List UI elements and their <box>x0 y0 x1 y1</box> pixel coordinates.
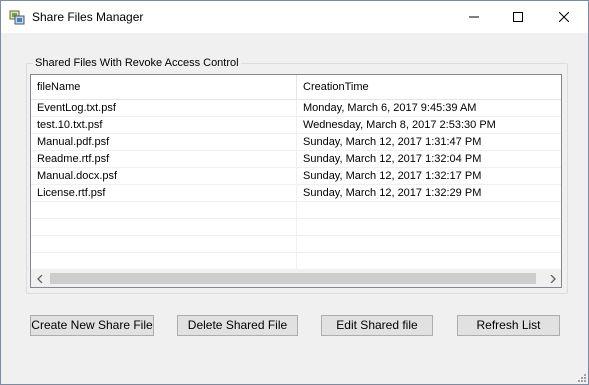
horizontal-scrollbar[interactable] <box>31 270 561 287</box>
scroll-left-button[interactable] <box>31 270 48 287</box>
resize-grip-icon <box>578 374 586 382</box>
scroll-right-button[interactable] <box>544 270 561 287</box>
column-header-filename[interactable]: fileName <box>31 75 296 99</box>
cell-filename: Manual.pdf.psf <box>37 136 110 148</box>
cell-filename: test.10.txt.psf <box>37 119 103 131</box>
scroll-track[interactable] <box>48 270 544 287</box>
minimize-icon <box>469 16 479 18</box>
column-header-creation-time[interactable]: CreationTime <box>297 75 561 99</box>
main-window: Share Files Manager Shared Files With Re… <box>0 0 589 385</box>
cell-creation-time: Sunday, March 12, 2017 1:32:29 PM <box>303 187 482 199</box>
cell-creation-time: Sunday, March 12, 2017 1:31:47 PM <box>303 136 482 148</box>
cell-creation-time: Wednesday, March 8, 2017 2:53:30 PM <box>303 119 496 131</box>
refresh-list-button[interactable]: Refresh List <box>457 315 560 336</box>
list-header: fileName CreationTime <box>31 75 561 100</box>
close-icon <box>559 12 569 22</box>
cell-filename: EventLog.txt.psf <box>37 102 116 114</box>
chevron-right-icon <box>550 274 556 283</box>
cell-filename: Readme.rtf.psf <box>37 153 110 165</box>
create-new-share-file-button[interactable]: Create New Share File <box>30 315 154 336</box>
groupbox-label: Shared Files With Revoke Access Control <box>33 57 241 69</box>
share-files-app-icon <box>9 9 25 25</box>
cell-creation-time: Sunday, March 12, 2017 1:32:17 PM <box>303 170 482 182</box>
edit-shared-file-button[interactable]: Edit Shared file <box>321 315 433 336</box>
cell-filename: Manual.docx.psf <box>37 170 118 182</box>
shared-files-list[interactable]: fileName CreationTime EventLog.txt.psf M… <box>30 74 562 288</box>
cell-filename: License.rtf.psf <box>37 187 106 199</box>
chevron-left-icon <box>36 274 42 283</box>
title-bar[interactable]: Share Files Manager <box>1 1 588 33</box>
cell-creation-time: Monday, March 6, 2017 9:45:39 AM <box>303 102 477 114</box>
window-title: Share Files Manager <box>32 10 144 24</box>
close-button[interactable] <box>541 1 587 33</box>
resize-grip[interactable] <box>576 372 586 382</box>
delete-shared-file-button[interactable]: Delete Shared File <box>177 315 298 336</box>
cell-creation-time: Sunday, March 12, 2017 1:32:04 PM <box>303 153 482 165</box>
maximize-button[interactable] <box>495 1 541 33</box>
minimize-button[interactable] <box>451 1 497 33</box>
maximize-icon <box>513 12 523 22</box>
scroll-thumb[interactable] <box>50 273 536 284</box>
grid-column-line <box>296 100 297 270</box>
